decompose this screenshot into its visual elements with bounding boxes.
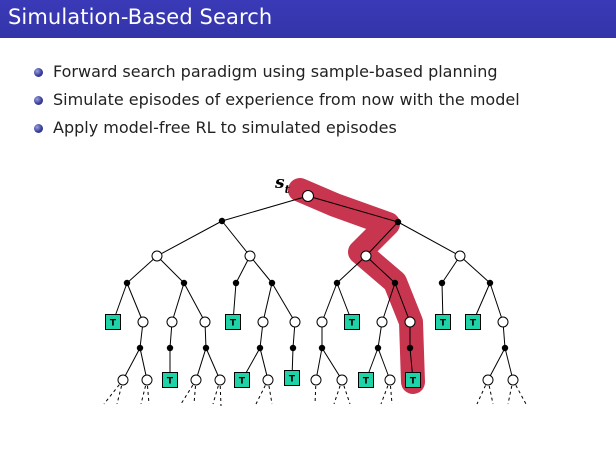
action-node <box>123 279 131 287</box>
action-node <box>391 279 399 287</box>
tree-nodes: T T T T T T T T T T <box>105 190 519 388</box>
terminal-label: T <box>110 319 117 329</box>
terminal-label: T <box>349 319 356 329</box>
action-node <box>374 344 382 352</box>
state-node <box>244 250 256 262</box>
tree-edge <box>221 220 251 257</box>
terminal-node: T <box>358 372 374 388</box>
state-node <box>404 316 416 328</box>
state-node <box>482 374 494 386</box>
state-node <box>151 250 163 262</box>
tree-edge <box>126 255 158 284</box>
terminal-node: T <box>284 370 300 386</box>
state-node <box>117 374 129 386</box>
state-node <box>289 316 301 328</box>
state-node <box>454 250 466 262</box>
tree-edge <box>183 282 206 323</box>
action-node <box>289 344 297 352</box>
terminal-node: T <box>344 314 360 330</box>
tree-edge <box>321 282 338 323</box>
action-node <box>232 279 240 287</box>
terminal-node: T <box>465 314 481 330</box>
state-node <box>360 250 372 262</box>
terminal-label: T <box>470 319 477 329</box>
terminal-label: T <box>289 375 296 385</box>
tree-edge <box>489 282 504 323</box>
state-node <box>507 374 519 386</box>
state-node <box>316 316 328 328</box>
state-node <box>497 316 509 328</box>
terminal-node: T <box>234 372 250 388</box>
root-state-label: st <box>274 173 290 196</box>
search-tree-diagram: T T T T T T T T T T st <box>103 173 527 407</box>
tree-edge <box>459 255 491 284</box>
terminal-node: T <box>105 314 121 330</box>
state-node <box>214 374 226 386</box>
terminal-node: T <box>405 372 421 388</box>
action-node <box>218 217 226 225</box>
state-node <box>141 374 153 386</box>
tree-edge <box>397 221 461 257</box>
tree-edge <box>156 220 223 257</box>
action-node <box>501 344 509 352</box>
tree-edge <box>262 282 273 323</box>
terminal-label: T <box>363 377 370 387</box>
action-node <box>318 344 326 352</box>
tree-edge <box>221 195 309 222</box>
state-node <box>376 316 388 328</box>
action-node <box>268 279 276 287</box>
tree-edge <box>271 282 296 323</box>
tree-edge <box>171 282 185 323</box>
terminal-node: T <box>225 314 241 330</box>
action-node <box>438 279 446 287</box>
state-node <box>384 374 396 386</box>
terminal-node: T <box>162 372 178 388</box>
terminal-label: T <box>230 319 237 329</box>
tree-edge <box>126 282 144 323</box>
tree-edge <box>156 255 185 284</box>
action-node <box>180 279 188 287</box>
state-node <box>310 374 322 386</box>
terminal-label: T <box>440 319 447 329</box>
action-node <box>406 344 414 352</box>
terminal-label: T <box>239 377 246 387</box>
root-state-node <box>302 190 314 202</box>
action-node <box>333 279 341 287</box>
action-node <box>394 218 402 226</box>
action-node <box>256 344 264 352</box>
state-node <box>199 316 211 328</box>
action-node <box>166 344 174 352</box>
state-node <box>336 374 348 386</box>
state-node <box>257 316 269 328</box>
terminal-label: T <box>410 377 417 387</box>
state-node <box>166 316 178 328</box>
state-node <box>190 374 202 386</box>
tree-edges <box>112 195 514 381</box>
state-node <box>262 374 274 386</box>
terminal-label: T <box>167 377 174 387</box>
action-node <box>202 344 210 352</box>
tree-edge <box>321 347 343 381</box>
state-node <box>137 316 149 328</box>
action-node <box>136 344 144 352</box>
terminal-node: T <box>435 314 451 330</box>
action-node <box>486 279 494 287</box>
